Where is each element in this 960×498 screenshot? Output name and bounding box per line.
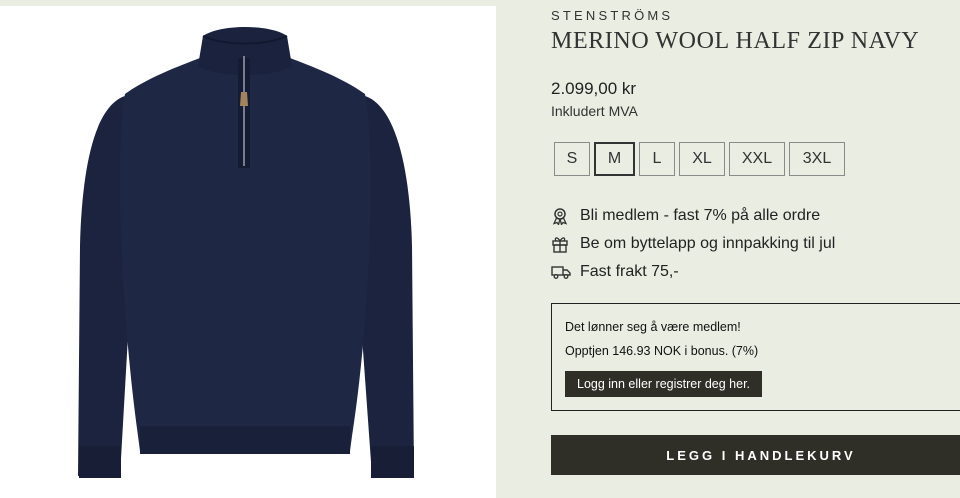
perk-gift-wrap: Be om byttelapp og innpakking til jul	[551, 235, 835, 253]
size-option-xl[interactable]: XL	[679, 142, 725, 176]
perk-membership-text: Bli medlem - fast 7% på alle ordre	[580, 207, 821, 224]
membership-box: Det lønner seg å være medlem! Opptjen 14…	[551, 303, 960, 411]
perk-shipping: Fast frakt 75,-	[551, 263, 679, 281]
perk-membership: Bli medlem - fast 7% på alle ordre	[551, 207, 820, 225]
membership-heading: Det lønner seg å være medlem!	[565, 320, 741, 334]
size-option-m[interactable]: M	[594, 142, 635, 176]
vat-note: Inkludert MVA	[551, 103, 638, 119]
perk-gift-wrap-text: Be om byttelapp og innpakking til jul	[580, 235, 836, 252]
award-ribbon-icon	[551, 207, 571, 225]
size-selector: S M L XL XXL 3XL	[554, 142, 849, 176]
brand-name[interactable]: STENSTRÖMS	[551, 8, 673, 23]
gift-icon	[551, 235, 571, 253]
add-to-cart-button[interactable]: LEGG I HANDLEKURV	[551, 435, 960, 475]
product-image[interactable]	[0, 6, 496, 498]
size-option-l[interactable]: L	[639, 142, 675, 176]
product-price: 2.099,00 kr	[551, 79, 637, 98]
delivery-truck-icon	[551, 263, 571, 281]
size-option-xxl[interactable]: XXL	[729, 142, 785, 176]
product-title: MERINO WOOL HALF ZIP NAVY	[551, 28, 920, 54]
login-register-button[interactable]: Logg inn eller registrer deg her.	[565, 371, 763, 397]
sweater-illustration	[78, 27, 414, 478]
perk-shipping-text: Fast frakt 75,-	[580, 263, 679, 280]
membership-bonus-text: Opptjen 146.93 NOK i bonus. (7%)	[565, 344, 759, 358]
size-option-s[interactable]: S	[554, 142, 590, 176]
size-option-3xl[interactable]: 3XL	[789, 142, 845, 176]
